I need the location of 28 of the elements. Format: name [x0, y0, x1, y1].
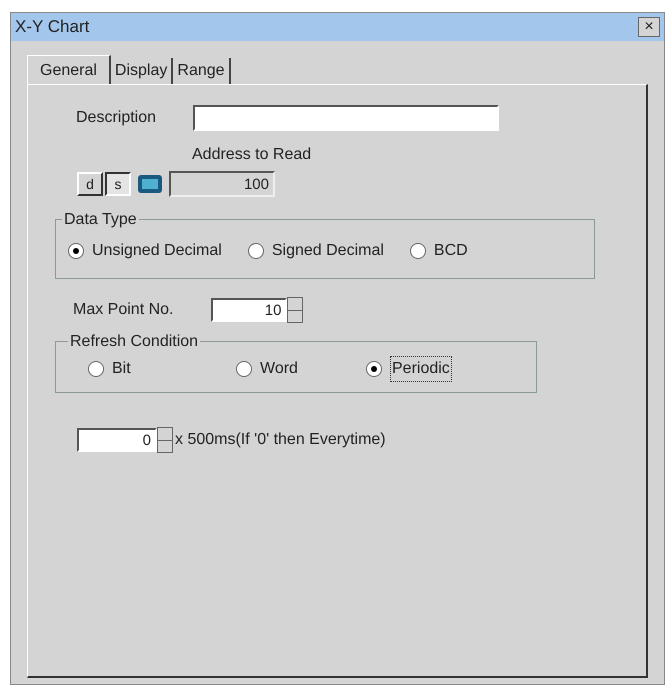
- device-toggle[interactable]: d: [77, 172, 103, 196]
- tab[interactable]: General: [27, 55, 111, 85]
- radio-button[interactable]: [88, 361, 104, 377]
- window-title: X-Y Chart: [15, 16, 90, 38]
- radio-label: Unsigned Decimal: [92, 241, 222, 261]
- description-field[interactable]: [193, 105, 500, 131]
- number-field[interactable]: 0: [77, 428, 157, 452]
- radio-button[interactable]: [68, 243, 84, 259]
- radio-button[interactable]: [366, 361, 382, 377]
- radio-label: Signed Decimal: [272, 241, 384, 261]
- spin-buttons[interactable]: [287, 297, 304, 323]
- device-toggle[interactable]: s: [105, 172, 131, 196]
- keypad-icon[interactable]: [137, 174, 163, 194]
- radio-button[interactable]: [248, 243, 264, 259]
- spin-buttons[interactable]: [157, 427, 173, 453]
- number-field[interactable]: 10: [211, 298, 288, 322]
- radio-button[interactable]: [410, 243, 426, 259]
- address-field[interactable]: 100: [169, 171, 275, 197]
- close-button[interactable]: ×: [638, 17, 660, 37]
- radio-label: Bit: [112, 359, 131, 379]
- radio-label: BCD: [434, 241, 468, 261]
- radio-label: Periodic: [390, 356, 452, 382]
- address-label: Address to Read: [192, 145, 312, 165]
- period-suffix: x 500ms(If '0' then Everytime): [175, 430, 386, 450]
- radio-button[interactable]: [236, 361, 252, 377]
- description-label: Description: [76, 108, 156, 128]
- radio-label: Word: [260, 359, 298, 379]
- max-point-label: Max Point No.: [73, 300, 174, 320]
